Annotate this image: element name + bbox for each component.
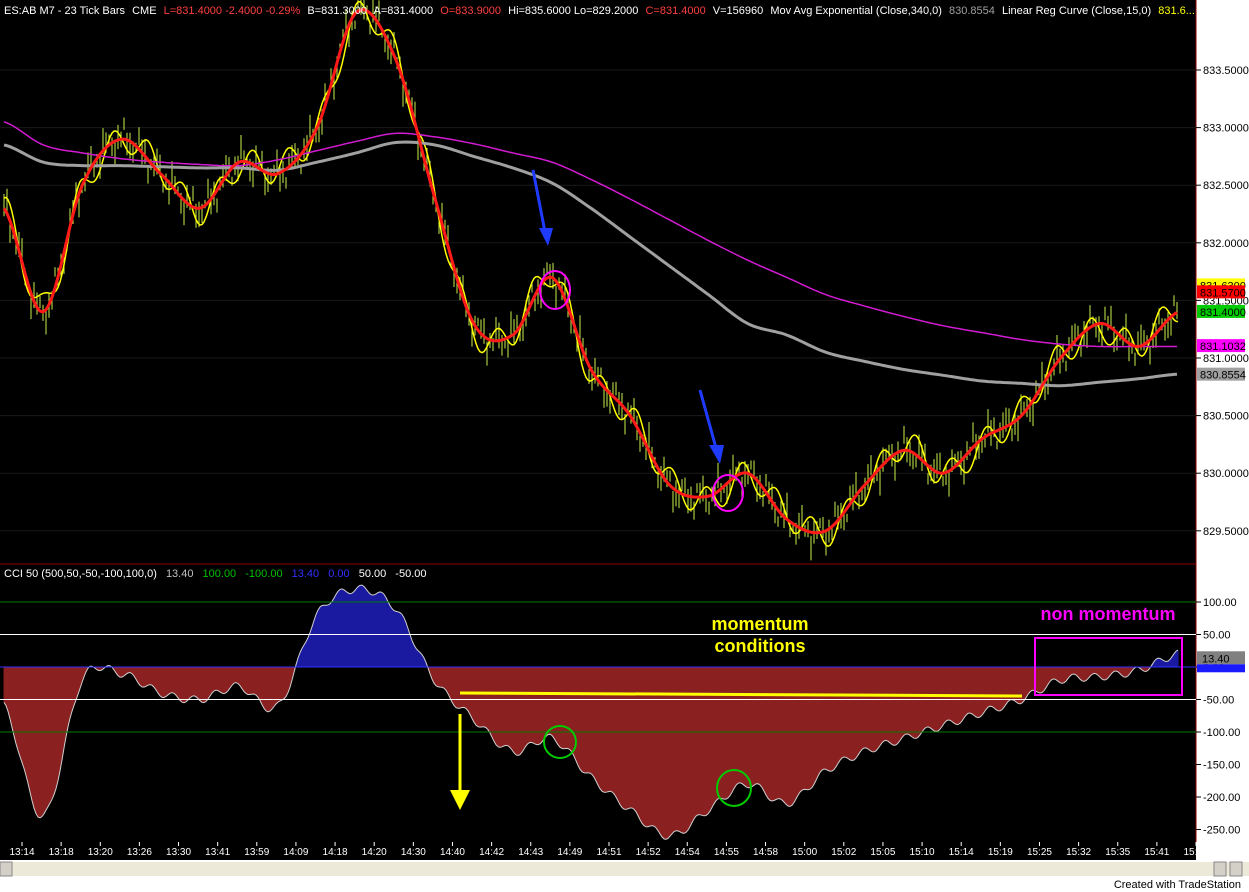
time-tick-label: 13:26 (127, 847, 152, 858)
cci-header: CCI 50 (500,50,-50,-100,100,0) 13.40 100… (4, 568, 427, 580)
header-ask: A=831.4000 (373, 5, 433, 17)
cci-header-v4: 13.40 (292, 568, 320, 580)
time-tick-label: 14:55 (714, 847, 739, 858)
header-exchange: CME (132, 5, 156, 17)
time-tick-label: 15:02 (831, 847, 856, 858)
cci-zero-marker (1197, 664, 1245, 673)
header-lr-label: Linear Reg Curve (Close,15,0) (1002, 5, 1151, 17)
cci-tick-label: 50.00 (1203, 630, 1231, 642)
momentum-label-line2: conditions (715, 636, 806, 656)
horizontal-scrollbar[interactable] (0, 861, 1249, 877)
header-hilo: Hi=835.6000 Lo=829.2000 (508, 5, 638, 17)
cci-current-label: 13.40 (1202, 653, 1230, 665)
time-tick-label: 14:09 (283, 847, 308, 858)
scrollbar-track[interactable] (0, 862, 1249, 876)
time-tick-label: 15:19 (988, 847, 1013, 858)
time-tick-label: 15:48 (1183, 847, 1208, 858)
cci-header-v2: 100.00 (203, 568, 237, 580)
time-tick-label: 13:18 (49, 847, 74, 858)
time-tick-label: 15:32 (1066, 847, 1091, 858)
time-tick-label: 14:52 (636, 847, 661, 858)
cci-tick-label: -250.00 (1203, 825, 1240, 837)
header-open: O=833.9000 (440, 5, 501, 17)
chart-canvas: 833.5000833.0000832.5000832.0000831.5000… (0, 0, 1249, 892)
price-tick-label: 832.5000 (1203, 180, 1249, 192)
cci-tick-label: -50.00 (1203, 695, 1234, 707)
time-tick-label: 14:54 (675, 847, 700, 858)
scroll-right-button[interactable] (1213, 861, 1227, 877)
cci-header-v3: -100.00 (245, 568, 282, 580)
header-ema-label: Mov Avg Exponential (Close,340,0) (770, 5, 942, 17)
cci-tick-label: -150.00 (1203, 760, 1240, 772)
footer-credit: Created with TradeStation (1113, 879, 1241, 891)
cci-header-v1: 13.40 (166, 568, 194, 580)
price-marker-label: 830.8554 (1200, 370, 1246, 382)
price-marker-label: 831.4000 (1200, 307, 1246, 319)
cci-header-v5: 0.00 (328, 568, 349, 580)
time-tick-label: 13:59 (244, 847, 269, 858)
scroll-left-button[interactable] (0, 861, 13, 877)
cci-tick-label: -200.00 (1203, 792, 1240, 804)
time-tick-label: 14:49 (557, 847, 582, 858)
time-tick-label: 15:35 (1105, 847, 1130, 858)
time-tick-label: 15:00 (792, 847, 817, 858)
time-tick-label: 15:14 (949, 847, 974, 858)
chart-window: 833.5000 833.0000 832.5000 832.0000 831.5000… (0, 0, 1249, 892)
time-tick-label: 14:58 (753, 847, 778, 858)
cci-tick-label: -100.00 (1203, 727, 1240, 739)
cci-header-label: CCI 50 (500,50,-50,-100,100,0) (4, 568, 157, 580)
header-close: C=831.4000 (645, 5, 705, 17)
scroll-end-button[interactable] (1229, 861, 1243, 877)
price-tick-label: 831.0000 (1203, 353, 1249, 365)
time-tick-label: 13:20 (88, 847, 113, 858)
price-tick-label: 832.0000 (1203, 238, 1249, 250)
header-ema-value: 830.8554 (949, 5, 995, 17)
price-tick-label: 829.5000 (1203, 526, 1249, 538)
price-marker-label: 831.5700 (1200, 287, 1246, 299)
time-tick-label: 14:42 (479, 847, 504, 858)
time-tick-label: 14:40 (440, 847, 465, 858)
time-tick-label: 15:41 (1144, 847, 1169, 858)
time-tick-label: 13:14 (9, 847, 34, 858)
cci-header-v7: -50.00 (395, 568, 426, 580)
momentum-label-line1: momentum (711, 614, 808, 634)
header-volume: V=156960 (713, 5, 763, 17)
time-tick-label: 14:20 (362, 847, 387, 858)
time-tick-label: 13:41 (205, 847, 230, 858)
time-tick-label: 14:30 (401, 847, 426, 858)
time-tick-label: 13:30 (166, 847, 191, 858)
cci-header-v6: 50.00 (359, 568, 387, 580)
header-bid: B=831.3000 (307, 5, 367, 17)
header-lr-value: 831.6... (1158, 5, 1195, 17)
time-tick-label: 14:51 (596, 847, 621, 858)
cci-tick-label: 100.00 (1203, 597, 1237, 609)
chart-header: ES:AB M7 - 23 Tick Bars CME L=831.4000 -… (4, 5, 1195, 17)
price-tick-label: 833.5000 (1203, 65, 1249, 77)
price-marker-label: 831.1032 (1200, 341, 1246, 353)
non-momentum-label: non momentum (1041, 604, 1176, 624)
header-symbol: ES:AB M7 - 23 Tick Bars (4, 5, 126, 17)
time-tick-label: 14:43 (518, 847, 543, 858)
time-tick-label: 15:10 (910, 847, 935, 858)
price-tick-label: 830.0000 (1203, 468, 1249, 480)
price-tick-label: 830.5000 (1203, 411, 1249, 423)
time-tick-label: 15:25 (1027, 847, 1052, 858)
time-tick-label: 15:05 (870, 847, 895, 858)
price-tick-label: 833.0000 (1203, 123, 1249, 135)
header-stats: L=831.4000 -2.4000 -0.29% (164, 5, 301, 17)
time-tick-label: 14:18 (323, 847, 348, 858)
